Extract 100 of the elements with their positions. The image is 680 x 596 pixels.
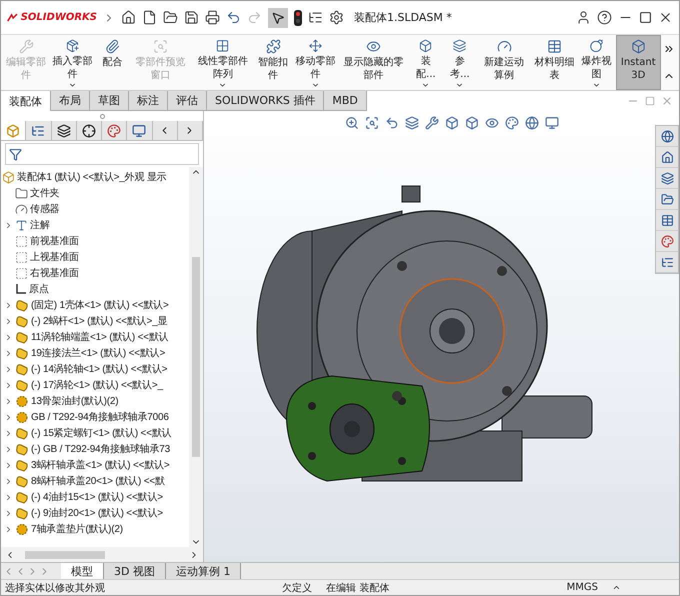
tree-item[interactable]: (-) 9油封20<1> (默认) <<默认> (1, 505, 189, 521)
tree-item[interactable]: 7轴承盖垫片(默认)(2) (1, 521, 189, 537)
palette-icon (107, 124, 122, 138)
help-icon[interactable] (597, 10, 612, 25)
tree-item[interactable]: (-) 2蜗杆<1> (默认) <<默认>_显 (1, 313, 189, 329)
gauge-icon (15, 202, 28, 216)
bomb-icon (589, 39, 604, 53)
save-icon[interactable] (184, 10, 199, 25)
tree-item[interactable]: 右视基准面 (1, 265, 189, 281)
tree-item[interactable]: (-) 14涡轮轴<1> (默认) <<默认> (1, 361, 189, 377)
tree-item[interactable]: (-) 17涡轮<1> (默认) <<默认>_ (1, 377, 189, 393)
tree-item[interactable]: GB / T292-94角接触球轴承7006 (1, 409, 189, 425)
ribbon-command-button[interactable]: 线性零部件阵列 (192, 35, 254, 90)
panel-tab[interactable] (52, 121, 77, 140)
edit-mode: 在编辑 装配体 (326, 582, 390, 594)
units-selector[interactable]: MMGS (566, 582, 598, 593)
package-plus-icon (64, 39, 80, 53)
panel-grip-icon[interactable] (100, 114, 104, 118)
grid-icon (215, 39, 230, 53)
filter-field[interactable] (5, 143, 199, 165)
cube-icon (6, 124, 20, 138)
ribbon-command-button[interactable]: 参考... (442, 35, 477, 90)
puzzle-icon (266, 39, 281, 54)
layers-icon (452, 39, 468, 53)
command-tab[interactable]: 布局 (51, 91, 90, 111)
tree-item[interactable]: 11涡轮轴端盖<1> (默认) <<默认 (1, 329, 189, 345)
tree-item[interactable]: 原点 (1, 281, 189, 297)
part-icon (15, 346, 29, 360)
pointer-icon (271, 10, 285, 24)
options-list-icon[interactable] (308, 10, 323, 25)
layers-icon (56, 124, 71, 138)
origin-icon (15, 283, 27, 295)
model-tab[interactable]: 运动算例 1 (166, 563, 242, 579)
tree-item[interactable]: 8蜗杆轴承盖20<1> (默认) <<默 (1, 473, 189, 489)
box-icon (630, 39, 646, 54)
tree-item[interactable]: 3蜗杆轴承盖<1> (默认) <<默认> (1, 457, 189, 473)
open-folder-icon[interactable] (163, 10, 178, 25)
home-icon[interactable] (121, 10, 136, 25)
horizontal-scrollbar[interactable] (1, 547, 203, 562)
part-icon (15, 490, 29, 504)
tree-item[interactable]: 文件夹 (1, 185, 189, 201)
monitor-icon (132, 124, 146, 138)
gauge-icon (496, 39, 512, 54)
command-tab[interactable]: 草图 (90, 91, 129, 111)
tree-item[interactable]: (-) 4油封15<1> (默认) <<默认> (1, 489, 189, 505)
user-icon[interactable] (576, 10, 591, 25)
tree-item[interactable]: 传感器 (1, 201, 189, 217)
panel-tab[interactable] (76, 121, 102, 140)
command-tab[interactable]: SOLIDWORKS 插件 (207, 91, 324, 111)
print-icon[interactable] (205, 10, 220, 25)
definition-state: 欠定义 (282, 582, 312, 594)
app-logo: SOLIDWORKS (7, 12, 97, 24)
part-icon (15, 474, 29, 488)
tree-item[interactable]: 上视基准面 (1, 249, 189, 265)
tree-item[interactable]: 注解 (1, 217, 189, 233)
ribbon-command-button[interactable]: 装配... (408, 35, 443, 90)
tree-item[interactable]: 装配体1 (默认) <<默认>_外观 显示 (1, 169, 189, 185)
crosshair-icon (82, 124, 96, 138)
tree-item[interactable]: (-) 15紧定螺钉<1> (默认) <<默认 (1, 425, 189, 441)
maximize-icon[interactable] (639, 11, 652, 24)
undo-icon[interactable] (226, 10, 241, 25)
hide-show-icon[interactable] (484, 116, 498, 130)
zoom-area-icon[interactable] (364, 116, 378, 130)
previous-view-icon[interactable] (384, 116, 398, 130)
command-tab[interactable]: 标注 (129, 91, 168, 111)
model-tab[interactable]: 3D 视图 (104, 563, 166, 579)
model-tab[interactable]: 模型 (61, 563, 104, 579)
ribbon-command-button[interactable]: 智能扣件 (254, 35, 292, 90)
edit-appearance-icon[interactable] (504, 116, 518, 130)
more-commands-icon[interactable] (663, 43, 675, 55)
ribbon-command-button[interactable]: Instant3D (616, 35, 661, 90)
command-tab[interactable]: 评估 (168, 91, 207, 111)
new-file-icon[interactable] (142, 10, 157, 25)
tree-item[interactable]: 19连接法兰<1> (默认) <<默认> (1, 345, 189, 361)
ribbon-command-button[interactable]: 新建运动算例 (476, 35, 532, 90)
zoom-icon[interactable] (344, 116, 358, 130)
plane-icon (15, 234, 28, 248)
ribbon-command-button[interactable]: 移动零部件 (292, 35, 339, 90)
vertical-scrollbar[interactable] (189, 167, 203, 547)
panel-tab[interactable] (26, 121, 52, 140)
tree-item[interactable]: 前视基准面 (1, 233, 189, 249)
settings-icon[interactable] (329, 10, 344, 25)
panel-tab[interactable] (127, 121, 152, 140)
tree-item[interactable]: (-) GB / T292-94角接触球轴承73 (1, 441, 189, 457)
ribbon-command-button[interactable]: 配合 (95, 35, 130, 90)
traffic-light-icon[interactable] (294, 10, 302, 26)
tree-item[interactable]: (固定) 1壳体<1> (默认) <<默认> (1, 297, 189, 313)
list-icon (31, 124, 46, 138)
part-icon (15, 506, 29, 520)
ribbon-command-button[interactable]: 材料明细表 (531, 35, 578, 90)
caret-icon[interactable] (612, 583, 622, 592)
tree-item[interactable]: 13骨架油封(默认)(2) (1, 393, 189, 409)
ribbon-command-button[interactable]: 显示隐藏的零部件 (338, 35, 409, 90)
ribbon-command-button[interactable]: 插入零部件 (49, 35, 96, 90)
close-icon[interactable] (658, 10, 673, 25)
eye-icon (366, 39, 382, 54)
document-title: 装配体1.SLDASM * (354, 10, 452, 25)
select-pointer-button[interactable] (268, 8, 288, 28)
command-tab[interactable]: MBD (324, 91, 367, 111)
ribbon-command-button[interactable]: 爆炸视图 (577, 35, 616, 90)
